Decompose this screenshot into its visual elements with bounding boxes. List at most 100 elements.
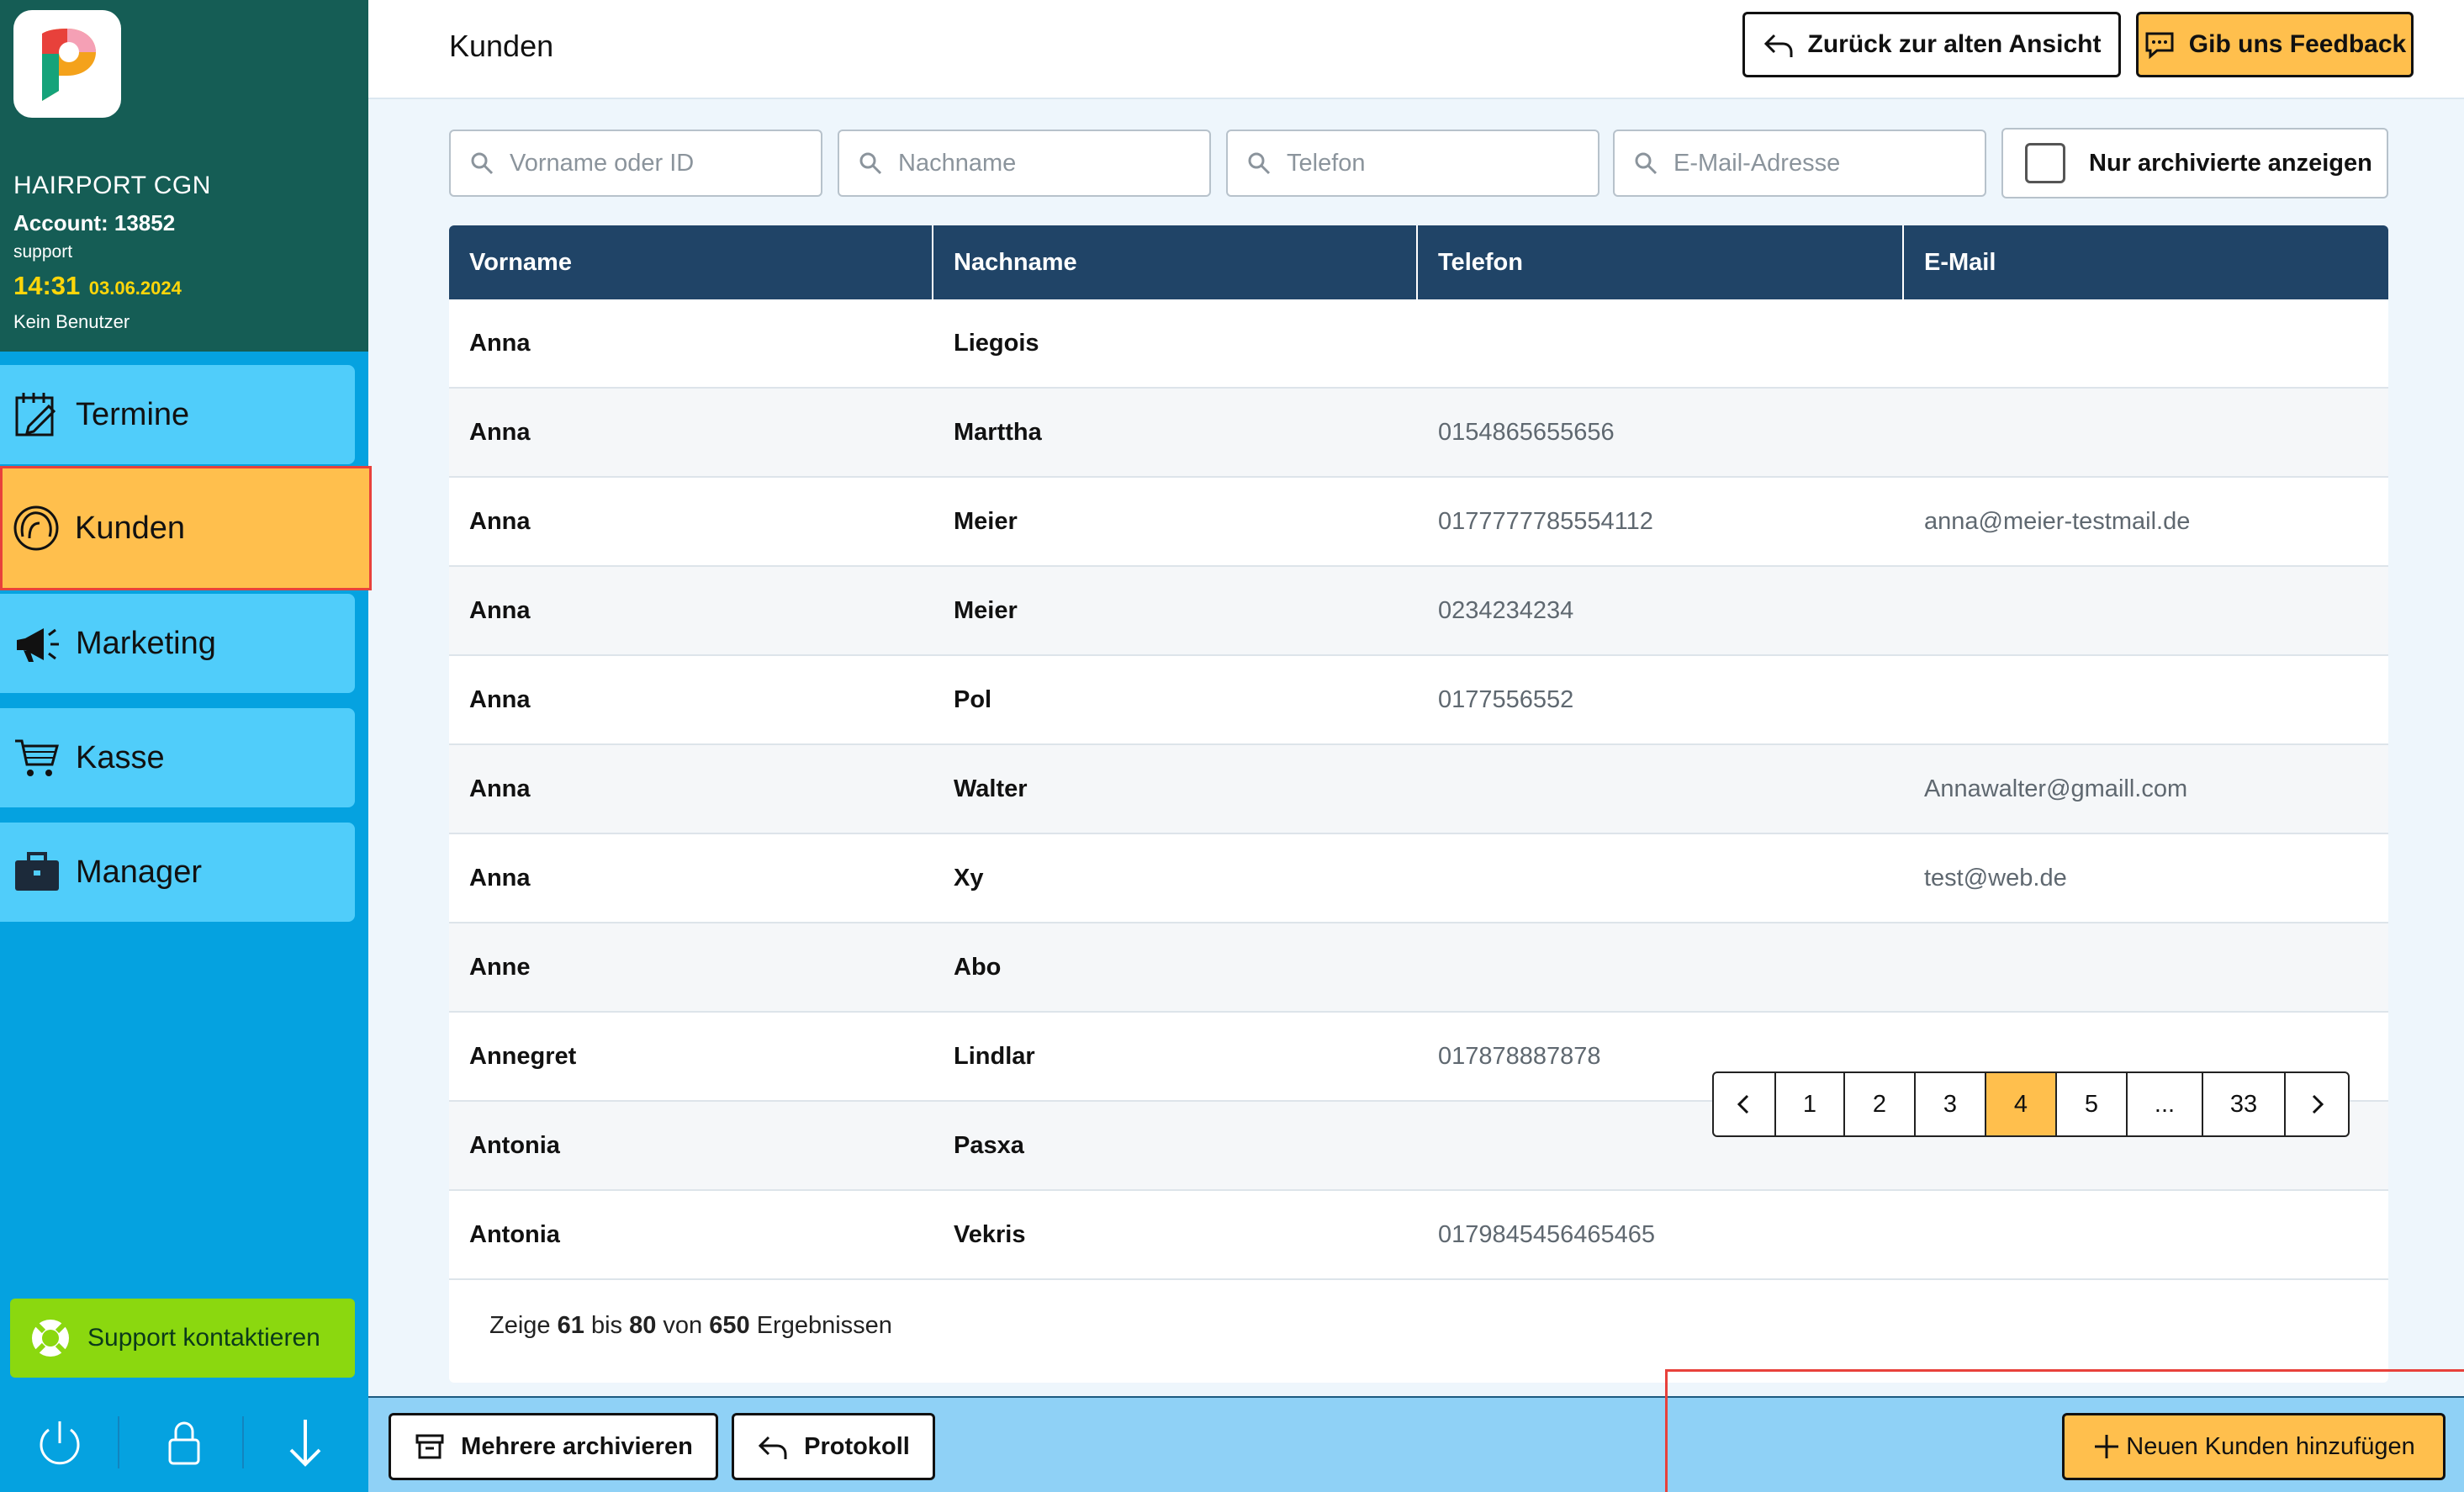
cell-email: [1904, 389, 2388, 476]
salon-name: HAIRPORT CGN: [13, 172, 211, 199]
account-number: Account: 13852: [13, 210, 176, 235]
search-icon: [1248, 152, 1271, 175]
cell-nachname: Liegois: [954, 329, 1039, 357]
nav-item-termine[interactable]: Termine: [0, 365, 355, 464]
sidebar: HAIRPORT CGN Account: 13852 support 14:3…: [0, 0, 372, 1492]
highlight-frame: [1665, 1369, 2464, 1492]
undo-arrow-icon: [759, 1436, 787, 1459]
chat-bubble-icon: [2145, 32, 2174, 60]
nav-item-marketing[interactable]: Marketing: [0, 594, 355, 693]
page-button-3[interactable]: 3: [1916, 1073, 1986, 1135]
nav-item-manager[interactable]: Manager: [0, 823, 355, 922]
cell-nachname: Abo: [954, 953, 1002, 981]
result-to: 80: [629, 1312, 657, 1339]
search-icon: [859, 152, 882, 175]
cell-nachname: Pasxa: [954, 1131, 1024, 1159]
page-ellipsis[interactable]: ...: [2128, 1073, 2203, 1135]
cell-nachname: Lindlar: [954, 1042, 1035, 1070]
column-header-email[interactable]: E-Mail: [1904, 225, 2388, 299]
vorname-search-input[interactable]: Vorname oder ID: [449, 130, 822, 197]
top-bar: Kunden Zurück zur alten Ansicht Gib uns …: [368, 0, 2464, 99]
cell-telefon: 0154865655656: [1438, 418, 1615, 446]
next-page-button[interactable]: [2286, 1073, 2348, 1135]
search-icon: [1635, 152, 1658, 175]
cell-email: Annawalter@gmaill.com: [1924, 775, 2188, 802]
cell-vorname: Anna: [469, 418, 531, 446]
cell-vorname: Anne: [469, 953, 531, 981]
cell-nachname: Meier: [954, 507, 1018, 535]
column-header-telefon[interactable]: Telefon: [1418, 225, 1904, 299]
logo-icon: [42, 29, 96, 101]
page-button-5[interactable]: 5: [2057, 1073, 2128, 1135]
cell-telefon: 0234234234: [1438, 596, 1574, 624]
archived-checkbox[interactable]: [2025, 143, 2065, 183]
back-to-old-view-button[interactable]: Zurück zur alten Ansicht: [1742, 12, 2121, 77]
archive-multiple-button[interactable]: Mehrere archivieren: [389, 1413, 718, 1480]
nav-label-kunden: Kunden: [75, 510, 186, 546]
page-button-4-current[interactable]: 4: [1986, 1073, 2057, 1135]
telefon-search-input[interactable]: Telefon: [1226, 130, 1599, 197]
table-row[interactable]: Anna Xy test@web.de: [449, 834, 2388, 923]
archive-label: Mehrere archivieren: [461, 1432, 693, 1460]
arrow-down-icon[interactable]: [279, 1416, 331, 1468]
app-logo: [13, 10, 121, 118]
page-button-33[interactable]: 33: [2203, 1073, 2286, 1135]
cell-vorname: Anna: [469, 775, 531, 802]
shopping-cart-icon: [15, 739, 59, 776]
feedback-label: Gib uns Feedback: [2188, 30, 2407, 58]
column-header-vorname[interactable]: Vorname: [449, 225, 933, 299]
nachname-search-input[interactable]: Nachname: [838, 130, 1211, 197]
nav-label-manager: Manager: [76, 854, 202, 890]
table-row[interactable]: Anna Liegois: [449, 299, 2388, 389]
lock-icon[interactable]: [158, 1416, 210, 1468]
cell-vorname: Anna: [469, 329, 531, 357]
table-row[interactable]: Anna Pol 0177556552: [449, 656, 2388, 745]
result-bis: bis: [590, 1312, 623, 1339]
undo-arrow-icon: [1763, 34, 1793, 57]
archived-only-toggle[interactable]: Nur archivierte anzeigen: [2001, 128, 2388, 198]
page-button-2[interactable]: 2: [1845, 1073, 1916, 1135]
prev-page-button[interactable]: [1714, 1073, 1776, 1135]
email-search-input[interactable]: E-Mail-Adresse: [1613, 130, 1986, 197]
cell-vorname: Anna: [469, 596, 531, 624]
result-suffix: Ergebnissen: [756, 1312, 892, 1339]
power-icon[interactable]: [34, 1416, 86, 1468]
cell-telefon: 0179845456465465: [1438, 1220, 1656, 1248]
clock-date: 03.06.2024: [88, 278, 182, 299]
cell-vorname: Antonia: [469, 1131, 560, 1159]
table-row[interactable]: Antonia Vekris 0179845456465465: [449, 1191, 2388, 1280]
table-row[interactable]: Anna Marttha 0154865655656: [449, 389, 2388, 478]
cell-vorname: Annegret: [469, 1042, 577, 1070]
customer-table: Vorname Nachname Telefon E-Mail Anna Lie…: [449, 225, 2388, 1383]
archive-box-icon: [415, 1434, 444, 1459]
nav-item-kasse[interactable]: Kasse: [0, 708, 355, 807]
table-row[interactable]: Anna Walter Annawalter@gmaill.com: [449, 745, 2388, 834]
support-contact-button[interactable]: Support kontaktieren: [10, 1299, 355, 1378]
lifebuoy-icon: [32, 1320, 69, 1357]
table-row[interactable]: Anna Meier 0234234234: [449, 567, 2388, 656]
cell-vorname: Antonia: [469, 1220, 560, 1248]
clock: 14:31 03.06.2024: [13, 271, 182, 301]
customer-head-icon: [13, 505, 59, 551]
calendar-edit-icon: [15, 393, 56, 436]
result-total: 650: [709, 1312, 750, 1339]
page-button-1[interactable]: 1: [1776, 1073, 1845, 1135]
pagination: 1 2 3 4 5 ... 33: [1712, 1071, 2350, 1137]
cell-email: anna@meier-testmail.de: [1924, 507, 2191, 535]
cell-email: test@web.de: [1924, 864, 2067, 891]
chevron-right-icon: [2312, 1094, 2324, 1114]
feedback-button[interactable]: Gib uns Feedback: [2136, 12, 2414, 77]
nav-item-kunden[interactable]: Kunden: [0, 466, 372, 590]
cell-email: [1904, 1191, 2388, 1278]
cell-vorname: Anna: [469, 864, 531, 891]
support-label: Support kontaktieren: [87, 1324, 320, 1352]
column-header-nachname[interactable]: Nachname: [933, 225, 1418, 299]
protocol-button[interactable]: Protokoll: [732, 1413, 935, 1480]
table-row[interactable]: Anna Meier 0177777785554112 anna@meier-t…: [449, 478, 2388, 567]
cell-nachname: Meier: [954, 596, 1018, 624]
cell-telefon: [1418, 923, 1904, 1011]
table-row[interactable]: Anne Abo: [449, 923, 2388, 1013]
cell-nachname: Marttha: [954, 418, 1042, 446]
back-label: Zurück zur alten Ansicht: [1807, 30, 2102, 58]
cell-vorname: Anna: [469, 507, 531, 535]
